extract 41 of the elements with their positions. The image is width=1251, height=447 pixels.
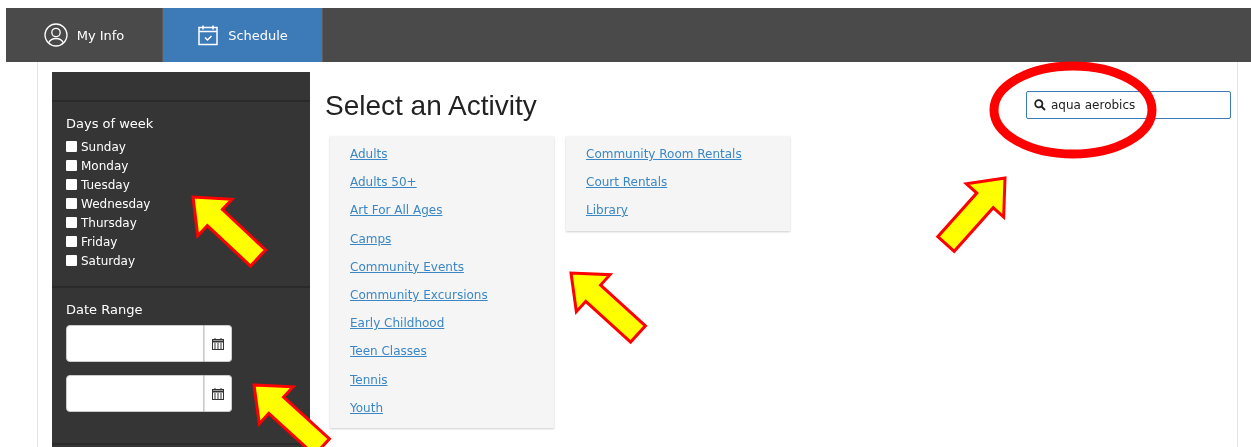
date-field[interactable] (66, 375, 204, 412)
calendar-icon (212, 337, 224, 350)
page-title: Select an Activity (325, 90, 537, 122)
checkbox-label: Saturday (81, 253, 136, 268)
category-link[interactable]: Teen Classes (350, 337, 427, 366)
category-link[interactable]: Camps (350, 224, 392, 253)
checkbox[interactable] (66, 255, 77, 266)
category-link[interactable]: Adults 50+ (350, 168, 417, 197)
user-icon (43, 23, 68, 47)
checkbox-label: Wednesday (81, 196, 151, 211)
nav-tab[interactable]: Schedule (163, 8, 323, 62)
search-field[interactable]: aqua aerobics (1026, 91, 1231, 119)
category-link[interactable]: Library (586, 196, 628, 225)
checkbox[interactable] (66, 179, 77, 190)
calendar-icon (197, 24, 220, 46)
calendar-button[interactable] (204, 325, 232, 362)
checkbox[interactable] (66, 198, 77, 209)
category-link[interactable]: Court Rentals (586, 168, 668, 197)
calendar-icon (212, 387, 224, 400)
checkbox[interactable] (66, 236, 77, 247)
section-heading: Days of week (66, 116, 155, 131)
search-icon (1034, 99, 1046, 111)
category-link[interactable]: Tennis (350, 365, 388, 394)
checkbox[interactable] (66, 217, 77, 228)
checkbox-label: Friday (81, 234, 118, 249)
category-link[interactable]: Youth (350, 393, 383, 423)
checkbox-label: Sunday (81, 139, 126, 154)
category-link[interactable]: Early Childhood (350, 309, 445, 338)
checkbox-label: Tuesday (81, 177, 130, 192)
category-link[interactable]: Art For All Ages (350, 196, 443, 225)
checkbox[interactable] (66, 160, 77, 171)
section-heading: Date Range (66, 302, 144, 317)
checkbox[interactable] (66, 141, 77, 152)
calendar-button[interactable] (204, 375, 232, 412)
date-field[interactable] (66, 325, 204, 362)
checkbox-label: Thursday (81, 215, 137, 230)
checkbox-label: Monday (81, 158, 129, 173)
category-link[interactable]: Adults (350, 140, 388, 169)
category-link[interactable]: Community Events (350, 252, 464, 281)
category-link[interactable]: Community Excursions (350, 281, 488, 310)
category-link[interactable]: Community Room Rentals (586, 140, 742, 169)
